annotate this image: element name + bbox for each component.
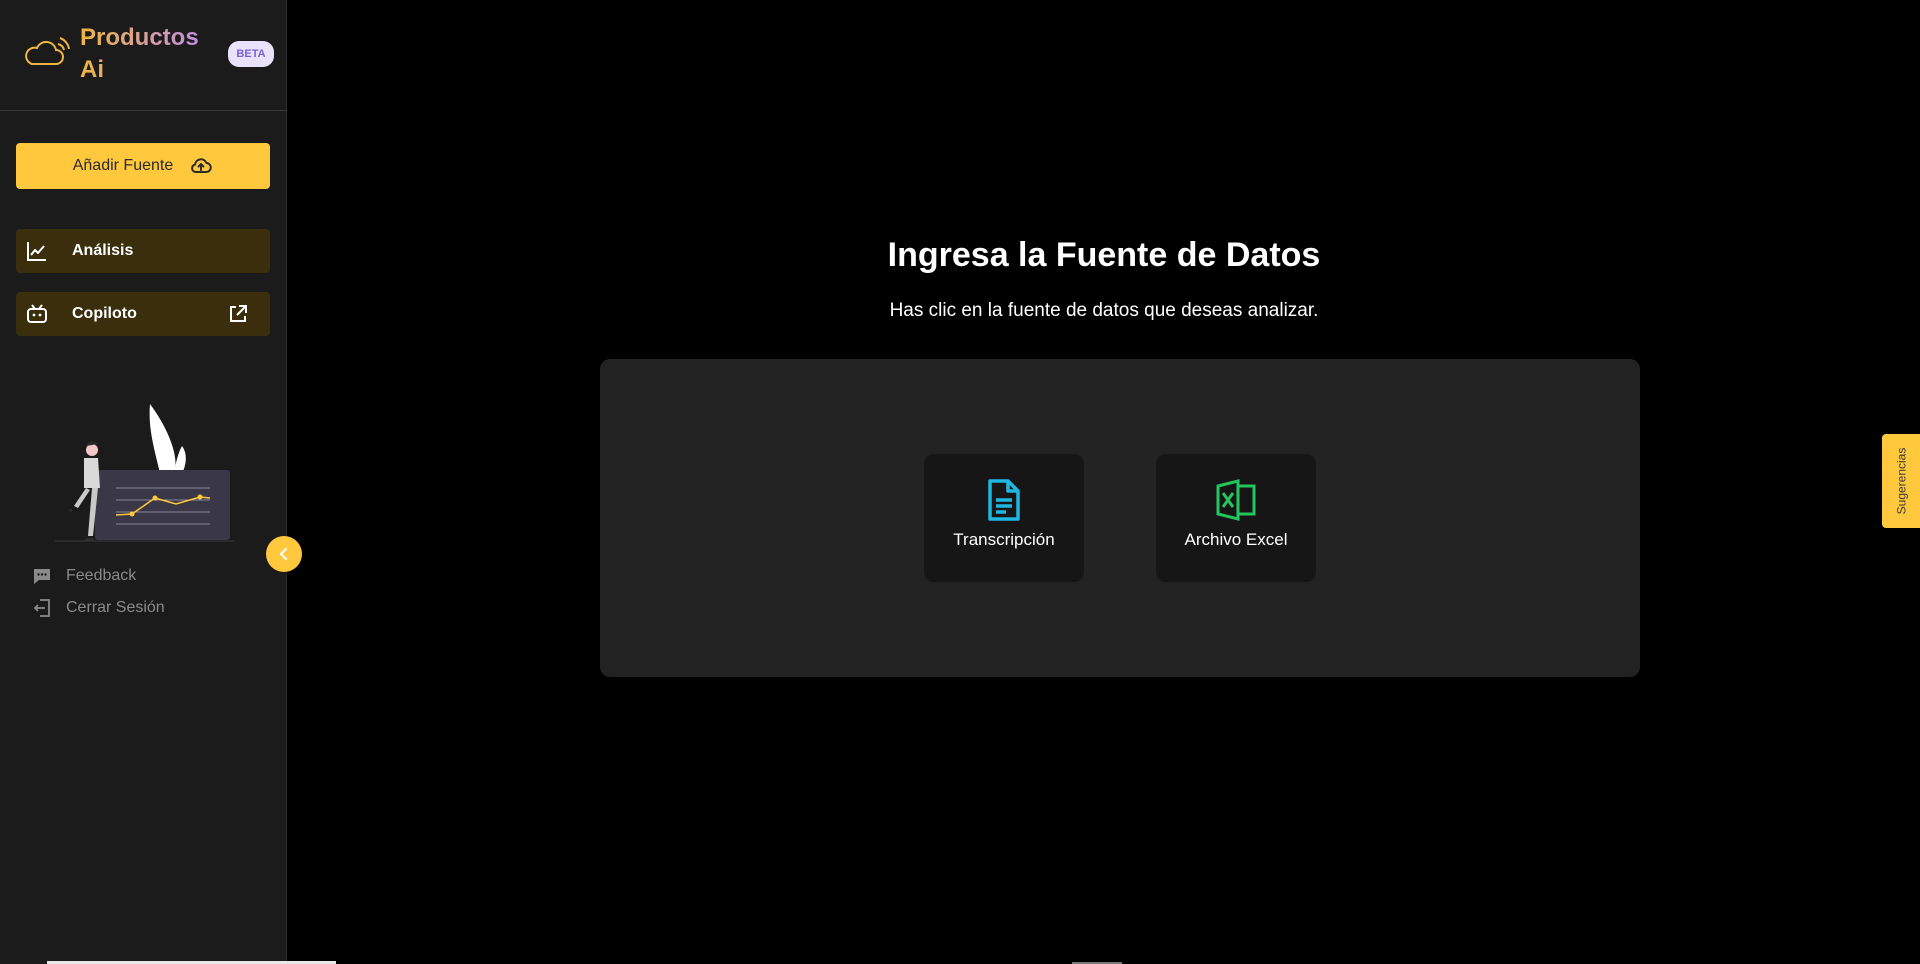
sidebar-item-analisis[interactable]: Análisis <box>16 229 270 273</box>
feedback-link[interactable]: Feedback <box>32 564 232 588</box>
logout-icon <box>33 599 50 617</box>
suggestions-label: Sugerencias <box>1894 447 1908 515</box>
logout-label: Cerrar Sesión <box>66 599 165 616</box>
analytics-illustration <box>55 404 235 542</box>
add-source-label: Añadir Fuente <box>72 157 174 174</box>
brand-header: Productos Ai BETA <box>0 0 287 111</box>
message-dots-icon <box>34 569 50 584</box>
source-card-transcripcion[interactable]: Transcripción <box>924 454 1084 582</box>
suggestions-tab[interactable]: Sugerencias <box>1882 434 1920 528</box>
logout-link[interactable]: Cerrar Sesión <box>32 596 232 620</box>
sidebar-item-copiloto[interactable]: Copiloto <box>16 292 270 336</box>
page-title: Ingresa la Fuente de Datos <box>887 236 1321 274</box>
document-icon <box>988 479 1020 521</box>
sidebar-item-label: Copiloto <box>72 305 137 322</box>
brand-name: Productos Ai <box>80 22 220 86</box>
line-chart-icon <box>27 242 46 261</box>
source-card-excel[interactable]: Archivo Excel <box>1156 454 1316 582</box>
sidebar-item-label: Análisis <box>72 242 134 259</box>
sidebar: Productos Ai BETA Añadir Fuente Análisis… <box>0 0 287 964</box>
excel-icon <box>1216 479 1256 521</box>
cloud-upload-icon <box>191 158 212 173</box>
cloud-logo-icon <box>25 37 70 65</box>
robot-icon <box>27 304 47 323</box>
add-source-button[interactable]: Añadir Fuente <box>16 143 270 189</box>
beta-badge: BETA <box>228 41 274 67</box>
source-card-label: Archivo Excel <box>1184 530 1288 549</box>
source-card-label: Transcripción <box>953 530 1055 549</box>
chevron-left-icon <box>279 547 288 561</box>
page-subtitle: Has clic en la fuente de datos que desea… <box>889 300 1319 321</box>
collapse-sidebar-button[interactable] <box>266 536 302 572</box>
feedback-label: Feedback <box>66 567 137 584</box>
source-panel: Transcripción Archivo Excel <box>600 359 1640 677</box>
external-link-icon <box>230 305 247 322</box>
